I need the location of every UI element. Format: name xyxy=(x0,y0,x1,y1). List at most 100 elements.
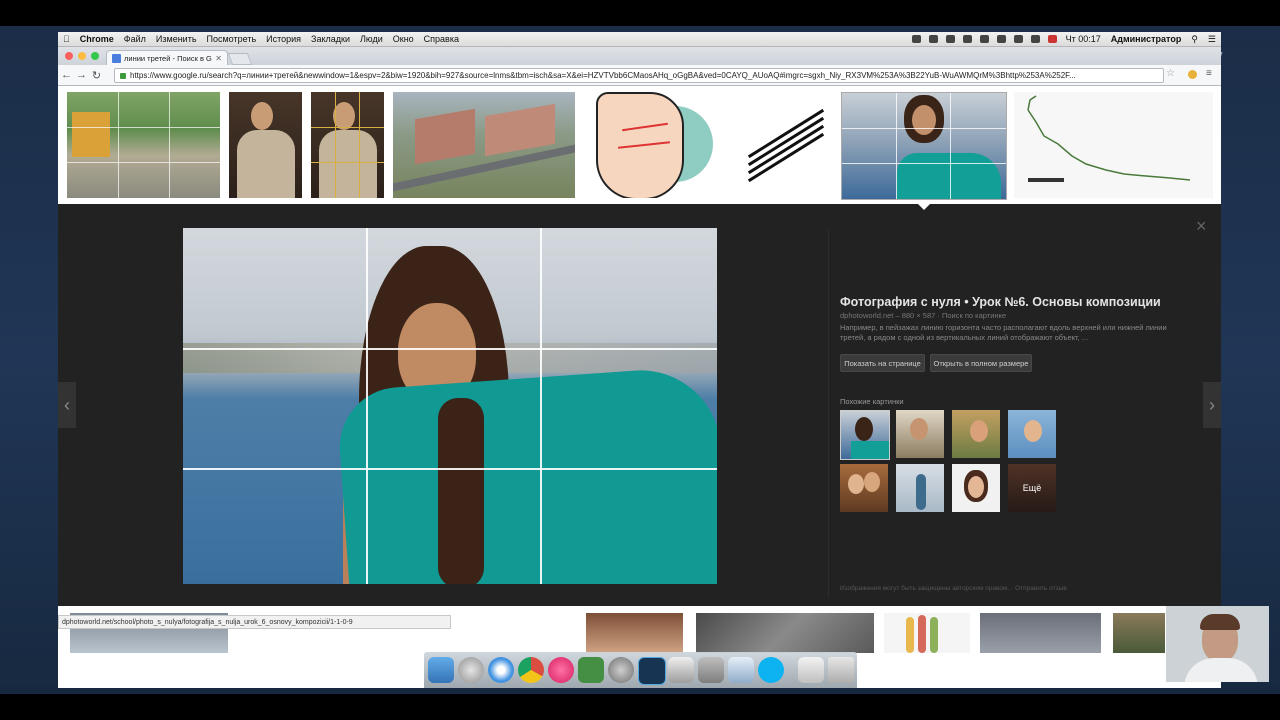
similar-image-thumb[interactable] xyxy=(896,464,944,512)
launchpad-icon[interactable] xyxy=(458,657,484,683)
tab-google-images[interactable]: линии третей - Поиск в G ✕ xyxy=(106,50,228,66)
spotlight-icon[interactable]: ⚲ xyxy=(1191,34,1198,45)
arrow-left-icon[interactable]: ‹ xyxy=(58,382,76,428)
copyright-text: Изображения могут быть защищены авторски… xyxy=(840,585,1010,592)
menu-edit[interactable]: Изменить xyxy=(156,34,197,44)
result-thumb[interactable] xyxy=(393,92,575,198)
copyright-note: Изображения могут быть защищены авторски… xyxy=(840,585,1067,592)
more-label[interactable]: Ещё xyxy=(1008,464,1056,512)
result-thumb[interactable] xyxy=(67,92,220,198)
reload-icon[interactable]: ↻ xyxy=(90,69,103,82)
chrome-icon[interactable] xyxy=(518,657,544,683)
safari-icon[interactable] xyxy=(488,657,514,683)
skype-icon[interactable] xyxy=(758,657,784,683)
forward-icon[interactable]: → xyxy=(75,69,88,81)
airplay-icon[interactable] xyxy=(962,35,972,43)
visit-page-button[interactable]: Показать на странице xyxy=(840,354,925,372)
desktop-capture: sky  Chrome Файл Изменить Посмотреть Ис… xyxy=(0,0,1280,720)
result-thumb[interactable] xyxy=(696,613,874,653)
result-thumb[interactable] xyxy=(586,613,683,653)
back-icon[interactable]: ← xyxy=(60,69,73,81)
evernote-status-icon[interactable] xyxy=(928,35,938,43)
panel-divider xyxy=(828,228,829,598)
photoshop-icon[interactable] xyxy=(638,657,666,685)
menu-chrome[interactable]: Chrome xyxy=(80,34,114,44)
selection-pointer xyxy=(917,203,931,210)
evernote-icon[interactable] xyxy=(578,657,604,683)
screen:  Chrome Файл Изменить Посмотреть Истори… xyxy=(58,32,1221,688)
apple-icon[interactable]:  xyxy=(63,34,70,44)
screen-icon[interactable] xyxy=(945,35,955,43)
utilities-icon[interactable] xyxy=(698,657,724,683)
preview-icon[interactable] xyxy=(668,657,694,683)
mac-menubar:  Chrome Файл Изменить Посмотреть Истори… xyxy=(58,32,1221,47)
menu-people[interactable]: Люди xyxy=(360,34,383,44)
tab-strip: линии третей - Поиск в G ✕ xyxy=(58,47,1221,66)
menu-bookmarks[interactable]: Закладки xyxy=(311,34,350,44)
grid-line-vertical xyxy=(366,228,368,584)
result-thumb[interactable] xyxy=(884,613,970,653)
new-tab-button[interactable] xyxy=(227,53,253,65)
menu-help[interactable]: Справка xyxy=(424,34,459,44)
result-thumb[interactable] xyxy=(582,92,726,198)
minimize-window-button[interactable] xyxy=(78,52,86,60)
trash-icon[interactable] xyxy=(828,657,854,683)
menu-window[interactable]: Окно xyxy=(393,34,414,44)
status-area: Чт 00:17 Администратор ⚲ ☰ xyxy=(908,34,1221,45)
browser-toolbar: ← → ↻ https://www.google.ru/search?q=лин… xyxy=(58,65,1221,86)
itunes-icon[interactable] xyxy=(548,657,574,683)
similar-image-thumb[interactable] xyxy=(952,410,1000,458)
settings-icon[interactable] xyxy=(608,657,634,683)
time-machine-icon[interactable] xyxy=(979,35,989,43)
result-thumb[interactable] xyxy=(1014,92,1213,198)
downloads-icon[interactable] xyxy=(798,657,824,683)
grid-line-vertical xyxy=(540,228,542,584)
finder-icon[interactable] xyxy=(428,657,454,683)
volume-icon[interactable] xyxy=(1030,35,1040,43)
address-bar[interactable]: https://www.google.ru/search?q=линии+тре… xyxy=(114,68,1164,83)
tab-close-icon[interactable]: ✕ xyxy=(215,54,222,63)
tab-title: линии третей - Поиск в G xyxy=(124,54,212,63)
close-icon[interactable]: × xyxy=(1196,216,1207,237)
similar-image-thumb[interactable] xyxy=(1008,410,1056,458)
menu-view[interactable]: Посмотреть xyxy=(207,34,257,44)
page-title[interactable]: Фотография с нуля • Урок №6. Основы комп… xyxy=(840,295,1161,309)
clock[interactable]: Чт 00:17 xyxy=(1066,34,1101,44)
similar-image-thumb[interactable] xyxy=(896,410,944,458)
wifi-icon[interactable] xyxy=(1013,35,1023,43)
menu-history[interactable]: История xyxy=(266,34,301,44)
result-thumb[interactable] xyxy=(229,92,302,198)
bluetooth-icon[interactable] xyxy=(996,35,1006,43)
zoom-window-button[interactable] xyxy=(91,52,99,60)
similar-image-thumb[interactable] xyxy=(840,410,890,460)
webcam-overlay xyxy=(1166,606,1269,682)
result-thumb-selected[interactable] xyxy=(841,92,1007,200)
similar-image-thumb[interactable] xyxy=(840,464,888,512)
address-text[interactable]: https://www.google.ru/search?q=линии+тре… xyxy=(130,71,1076,80)
view-full-size-button[interactable]: Открыть в полном размере xyxy=(930,354,1032,372)
image-preview-panel: × ‹ › Фотография с нуля • Урок №6. Основ… xyxy=(58,203,1221,606)
similar-images-label: Похожие картинки xyxy=(840,397,904,406)
google-favicon-icon xyxy=(112,54,121,63)
user-name[interactable]: Администратор xyxy=(1111,34,1182,44)
feedback-link[interactable]: Отправить отзыв xyxy=(1015,585,1067,592)
more-similar-button[interactable]: Ещё xyxy=(1008,464,1056,512)
arrow-right-icon[interactable]: › xyxy=(1203,382,1221,428)
download-icon[interactable] xyxy=(1188,70,1197,79)
star-icon[interactable]: ☆ xyxy=(1166,68,1175,79)
search-by-image-link[interactable]: Поиск по картинке xyxy=(942,311,1006,320)
menu-file[interactable]: Файл xyxy=(124,34,146,44)
menu-icon[interactable]: ≡ xyxy=(1206,68,1215,79)
preview-image[interactable] xyxy=(183,228,717,584)
result-thumb[interactable] xyxy=(1113,613,1165,653)
result-thumb[interactable] xyxy=(980,613,1101,653)
result-thumb[interactable] xyxy=(734,92,834,198)
notifications-icon[interactable]: ☰ xyxy=(1208,34,1216,45)
dropbox-icon[interactable] xyxy=(911,35,921,43)
result-thumb[interactable] xyxy=(311,92,384,198)
similar-image-thumb[interactable] xyxy=(952,464,1000,512)
source-domain[interactable]: dphotoworld.net xyxy=(840,311,893,320)
mail-icon[interactable] xyxy=(728,657,754,683)
close-window-button[interactable] xyxy=(65,52,73,60)
flag-icon[interactable] xyxy=(1047,35,1057,43)
